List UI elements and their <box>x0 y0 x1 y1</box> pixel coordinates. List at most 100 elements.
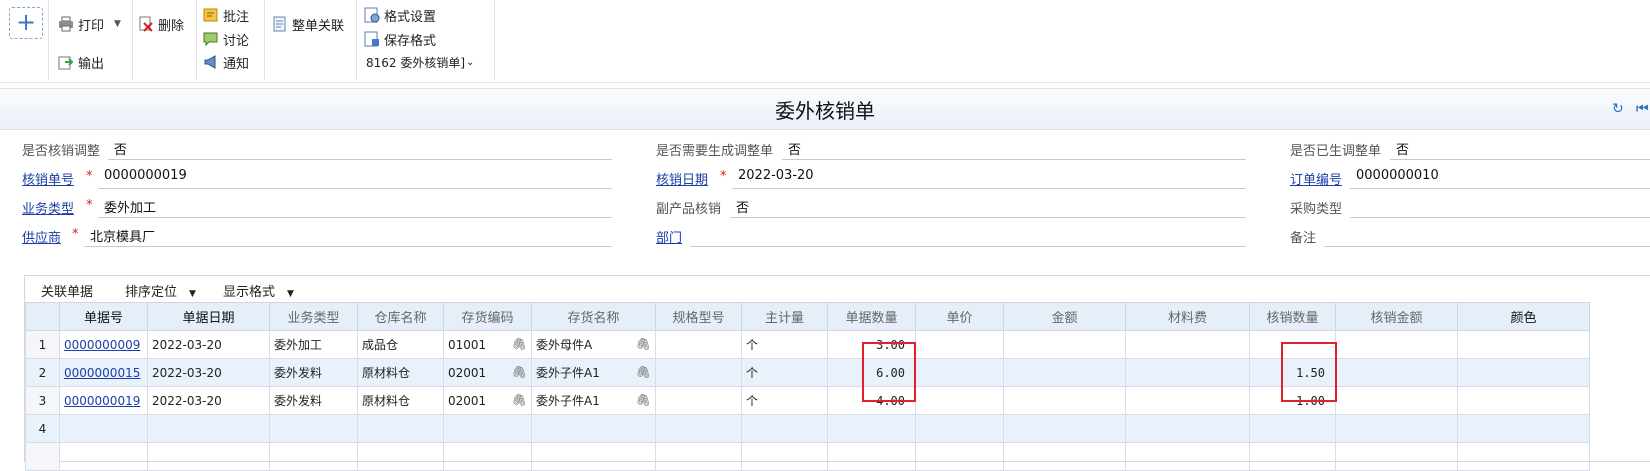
cell-empty[interactable] <box>655 442 742 471</box>
cell-spec[interactable] <box>655 330 742 359</box>
cell-empty[interactable] <box>1249 442 1336 471</box>
format-settings-button[interactable]: 格式设置 <box>364 5 436 25</box>
attachment-icon[interactable]: 🖇 <box>512 365 527 379</box>
print-button[interactable]: 打印 ▼ <box>58 14 121 34</box>
column-header[interactable]: 存货编码 <box>443 302 532 331</box>
column-header[interactable]: 业务类型 <box>269 302 358 331</box>
field-purchase-type[interactable]: 采购类型 <box>1290 194 1650 218</box>
field-label[interactable]: 核销单号 <box>22 169 74 188</box>
cell-unit[interactable]: 个 <box>741 386 828 415</box>
cell-empty[interactable] <box>147 442 270 471</box>
cell-doc-date[interactable]: 2022-03-20 <box>147 358 270 387</box>
cell-price[interactable] <box>915 330 1004 359</box>
cell-empty[interactable] <box>443 414 532 443</box>
cell-empty[interactable] <box>59 442 148 471</box>
column-header[interactable]: 单价 <box>915 302 1004 331</box>
delete-button[interactable]: 删除 <box>138 14 184 34</box>
cell-empty[interactable] <box>915 414 1004 443</box>
cell-item-name[interactable]: 委外母件A 🖇 <box>531 330 656 359</box>
field-need-adjust-doc[interactable]: 是否需要生成调整单 否 <box>656 136 1246 160</box>
doc-link[interactable]: 0000000015 <box>64 366 140 380</box>
cell-spec[interactable] <box>655 386 742 415</box>
field-business-type[interactable]: 业务类型 * 委外加工 <box>22 194 612 218</box>
column-header[interactable]: 存货名称 <box>531 302 656 331</box>
link-docs-button[interactable]: 关联单据 <box>41 281 93 300</box>
cell-item-code[interactable]: 02001 🖇 <box>443 386 532 415</box>
cell-price[interactable] <box>915 386 1004 415</box>
field-order-no[interactable]: 订单编号 0000000010 <box>1290 165 1650 189</box>
cell-wo-amount[interactable] <box>1335 386 1458 415</box>
field-label[interactable]: 业务类型 <box>22 198 74 217</box>
attachment-icon[interactable]: 🖇 <box>512 393 527 407</box>
field-byproduct-write-off[interactable]: 副产品核销 否 <box>656 194 1246 218</box>
cell-wo-amount[interactable] <box>1335 358 1458 387</box>
doc-link[interactable]: 0000000019 <box>64 394 140 408</box>
export-button[interactable]: 输出 <box>58 52 104 72</box>
cell-wo-amount[interactable] <box>1335 330 1458 359</box>
cell-doc-no[interactable]: 0000000019 <box>59 386 148 415</box>
cell-item-name[interactable]: 委外子件A1 🖇 <box>531 358 656 387</box>
cell-empty[interactable] <box>655 414 742 443</box>
column-header[interactable]: 颜色 <box>1457 302 1590 331</box>
column-header[interactable]: 单据日期 <box>147 302 270 331</box>
cell-empty[interactable] <box>1003 442 1126 471</box>
cell-doc-date[interactable]: 2022-03-20 <box>147 386 270 415</box>
cell-qty[interactable]: 4.00 <box>827 386 916 415</box>
table-row[interactable]: 2 0000000015 2022-03-20 委外发料 原材料仓 02001 🖇… <box>25 358 1590 387</box>
field-label[interactable]: 供应商 <box>22 227 61 246</box>
cell-empty[interactable] <box>1125 414 1250 443</box>
column-header[interactable]: 核销金额 <box>1335 302 1458 331</box>
field-write-off-no[interactable]: 核销单号 * 0000000019 <box>22 165 612 189</box>
cell-empty[interactable] <box>531 414 656 443</box>
cell-wo-qty[interactable]: 1.50 <box>1249 358 1336 387</box>
format-select[interactable]: 8162 委外核销单] ⌄ <box>366 52 474 72</box>
cell-empty[interactable] <box>147 414 270 443</box>
column-header[interactable]: 仓库名称 <box>357 302 444 331</box>
cell-empty[interactable] <box>1335 414 1458 443</box>
cell-amount[interactable] <box>1003 358 1126 387</box>
table-row[interactable]: 4 <box>25 414 1590 443</box>
field-write-off-adjust[interactable]: 是否核销调整 否 <box>22 136 612 160</box>
cell-empty[interactable] <box>269 414 358 443</box>
column-header[interactable]: 主计量 <box>741 302 828 331</box>
cell-empty[interactable] <box>269 442 358 471</box>
table-row[interactable] <box>25 442 1590 471</box>
cell-empty[interactable] <box>741 442 828 471</box>
column-header[interactable]: 金额 <box>1003 302 1126 331</box>
attachment-icon[interactable]: 🖇 <box>636 393 651 407</box>
cell-item-code[interactable]: 01001 🖇 <box>443 330 532 359</box>
cell-empty[interactable] <box>1249 414 1336 443</box>
cell-empty[interactable] <box>59 414 148 443</box>
column-header[interactable]: 材料费 <box>1125 302 1250 331</box>
cell-empty[interactable] <box>443 442 532 471</box>
cell-item-name[interactable]: 委外子件A1 🖇 <box>531 386 656 415</box>
cell-empty[interactable] <box>827 414 916 443</box>
cell-qty[interactable]: 3.00 <box>827 330 916 359</box>
cell-doc-no[interactable]: 0000000015 <box>59 358 148 387</box>
cell-amount[interactable] <box>1003 386 1126 415</box>
cell-biz-type[interactable]: 委外加工 <box>269 330 358 359</box>
cell-empty[interactable] <box>531 442 656 471</box>
cell-empty[interactable] <box>1335 442 1458 471</box>
save-format-button[interactable]: 保存格式 <box>364 29 436 49</box>
link-all-button[interactable]: 整单关联 <box>272 14 344 34</box>
cell-color[interactable] <box>1457 330 1590 359</box>
field-label[interactable]: 订单编号 <box>1290 169 1342 188</box>
discuss-button[interactable]: 讨论 <box>203 29 249 49</box>
field-supplier[interactable]: 供应商 * 北京模具厂 <box>22 223 612 247</box>
cell-empty[interactable] <box>357 442 444 471</box>
table-row[interactable]: 1 0000000009 2022-03-20 委外加工 成品仓 01001 🖇 … <box>25 330 1590 359</box>
cell-color[interactable] <box>1457 386 1590 415</box>
column-header[interactable]: 单据数量 <box>827 302 916 331</box>
cell-doc-no[interactable]: 0000000009 <box>59 330 148 359</box>
table-row[interactable]: 3 0000000019 2022-03-20 委外发料 原材料仓 02001 🖇… <box>25 386 1590 415</box>
cell-biz-type[interactable]: 委外发料 <box>269 358 358 387</box>
first-page-icon[interactable]: ⏮ <box>1636 101 1649 117</box>
cell-warehouse[interactable]: 原材料仓 <box>357 358 444 387</box>
cell-wo-qty[interactable]: 1.00 <box>1249 386 1336 415</box>
column-header[interactable]: 规格型号 <box>655 302 742 331</box>
attachment-icon[interactable]: 🖇 <box>636 365 651 379</box>
doc-link[interactable]: 0000000009 <box>64 338 140 352</box>
cell-warehouse[interactable]: 原材料仓 <box>357 386 444 415</box>
cell-empty[interactable] <box>827 442 916 471</box>
